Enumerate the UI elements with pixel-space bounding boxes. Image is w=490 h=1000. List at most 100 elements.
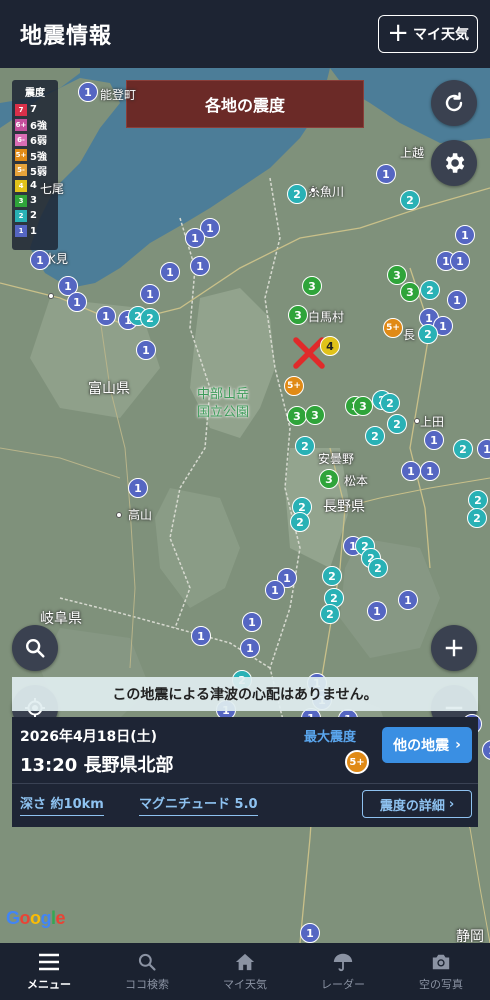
intensity-marker[interactable]: 2 (380, 393, 400, 413)
intensity-marker[interactable]: 3 (288, 305, 308, 325)
city-dot (414, 418, 420, 424)
gear-icon (445, 153, 465, 173)
intensity-marker[interactable]: 1 (401, 461, 421, 481)
intensity-marker[interactable]: 1 (96, 306, 116, 326)
intensity-marker[interactable]: 1 (191, 626, 211, 646)
nav-menu[interactable]: メニュー (0, 943, 98, 1000)
intensity-marker[interactable]: 2 (320, 604, 340, 624)
intensity-marker[interactable]: 2 (290, 512, 310, 532)
add-my-weather-button[interactable]: + マイ天気 (378, 15, 478, 53)
intensity-marker[interactable]: 1 (265, 580, 285, 600)
city-dot (116, 512, 122, 518)
quake-info-card: 2026年4月18日(土) 13:20 長野県北部 最大震度 5+ 他の地震 ›… (12, 717, 478, 827)
intensity-marker[interactable]: 1 (67, 292, 87, 312)
nav-sky-photo[interactable]: 空の写真 (392, 943, 490, 1000)
intensity-marker[interactable]: 1 (300, 923, 320, 943)
google-logo: Google (6, 908, 66, 928)
intensity-marker[interactable]: 2 (420, 280, 440, 300)
legend-swatch: 3 (15, 194, 27, 207)
intensity-marker[interactable]: 1 (128, 478, 148, 498)
magnitude-link[interactable]: マグニチュード 5.0 (139, 793, 258, 816)
search-icon (138, 953, 156, 971)
city-dot (310, 187, 316, 193)
depth-link[interactable]: 深さ 約10km (20, 793, 104, 816)
app-header: 地震情報 + マイ天気 (0, 0, 490, 68)
nav-label: ココ検索 (125, 978, 169, 991)
intensity-marker[interactable]: 2 (295, 436, 315, 456)
intensity-marker[interactable]: 1 (30, 250, 50, 270)
place-label: 松本 (344, 474, 369, 488)
intensity-marker[interactable]: 3 (387, 265, 407, 285)
intensity-marker[interactable]: 2 (387, 414, 407, 434)
tsunami-banner: この地震による津波の心配はありません。 (12, 677, 478, 711)
intensity-marker[interactable]: 1 (424, 430, 444, 450)
intensity-marker[interactable]: 1 (136, 340, 156, 360)
intensity-detail-button[interactable]: 震度の詳細 › (362, 790, 472, 818)
place-label: 長野県 (323, 499, 365, 515)
intensity-detail-label: 震度の詳細 (379, 798, 445, 814)
intensity-marker[interactable]: 5+ (284, 376, 304, 396)
other-quakes-button[interactable]: 他の地震 › (382, 727, 472, 763)
intensity-marker[interactable]: 2 (453, 439, 473, 459)
intensity-marker[interactable]: 3 (287, 406, 307, 426)
intensity-marker[interactable]: 4 (320, 336, 340, 356)
intensity-marker[interactable]: 1 (78, 82, 98, 102)
park-label-line1: 中部山岳 (197, 387, 250, 402)
nav-radar[interactable]: レーダー (294, 943, 392, 1000)
legend-swatch: 7 (15, 103, 27, 116)
intensity-marker[interactable]: 2 (287, 184, 307, 204)
intensity-marker[interactable]: 2 (365, 426, 385, 446)
intensity-marker[interactable]: 2 (467, 508, 487, 528)
search-button[interactable] (12, 625, 58, 671)
intensity-marker[interactable]: 1 (190, 256, 210, 276)
legend-label: 6弱 (30, 136, 47, 148)
intensity-marker[interactable]: 2 (368, 558, 388, 578)
park-label-line2: 国立公園 (197, 405, 250, 420)
umbrella-icon (333, 953, 353, 972)
map-title: 各地の震度 (126, 80, 364, 128)
intensity-marker[interactable]: 5+ (383, 318, 403, 338)
camera-icon (432, 954, 450, 970)
intensity-marker[interactable]: 3 (400, 282, 420, 302)
nav-search[interactable]: ココ検索 (98, 943, 196, 1000)
zoom-in-button[interactable] (431, 625, 477, 671)
refresh-icon (445, 92, 463, 112)
legend-row: 11 (15, 224, 55, 239)
refresh-button[interactable] (431, 80, 477, 126)
intensity-marker[interactable]: 1 (140, 284, 160, 304)
nav-my-weather[interactable]: マイ天気 (196, 943, 294, 1000)
quake-time-place: 13:20 長野県北部 (20, 755, 174, 776)
legend-title: 震度 (25, 88, 45, 99)
intensity-marker[interactable]: 3 (305, 405, 325, 425)
intensity-marker[interactable]: 1 (185, 228, 205, 248)
intensity-marker[interactable]: 1 (420, 461, 440, 481)
city-dot (48, 293, 54, 299)
intensity-marker[interactable]: 3 (353, 396, 373, 416)
intensity-marker[interactable]: 2 (322, 566, 342, 586)
place-label: 白馬村 (308, 310, 345, 324)
intensity-marker[interactable]: 2 (418, 324, 438, 344)
intensity-marker[interactable]: 1 (477, 439, 490, 459)
intensity-marker[interactable]: 1 (160, 262, 180, 282)
intensity-marker[interactable]: 1 (450, 251, 470, 271)
intensity-marker[interactable]: 1 (242, 612, 262, 632)
intensity-marker[interactable]: 1 (240, 638, 260, 658)
place-label: 能登町 (100, 88, 137, 102)
intensity-marker[interactable]: 1 (376, 164, 396, 184)
intensity-marker[interactable]: 3 (319, 469, 339, 489)
intensity-marker[interactable]: 2 (140, 308, 160, 328)
national-park-label: 中部山岳 国立公園 (197, 386, 249, 422)
plus-icon: + (387, 18, 409, 48)
settings-button[interactable] (431, 140, 477, 186)
intensity-marker[interactable]: 1 (447, 290, 467, 310)
intensity-map[interactable]: 各地の震度 震度 7 7 6+ 6強 6- 6弱 5+ 5強 5- 5弱 4 4 3 3 2 2 1 1 能登町 … (0, 68, 490, 943)
intensity-marker[interactable]: 1 (455, 225, 475, 245)
max-intensity-label: 最大震度 (304, 730, 357, 745)
page-title: 地震情報 (20, 24, 113, 49)
intensity-marker[interactable]: 1 (367, 601, 387, 621)
intensity-marker[interactable]: 3 (302, 276, 322, 296)
legend-row: 5- 5弱 (15, 163, 55, 178)
intensity-marker[interactable]: 2 (468, 490, 488, 510)
intensity-marker[interactable]: 1 (398, 590, 418, 610)
intensity-marker[interactable]: 2 (400, 190, 420, 210)
